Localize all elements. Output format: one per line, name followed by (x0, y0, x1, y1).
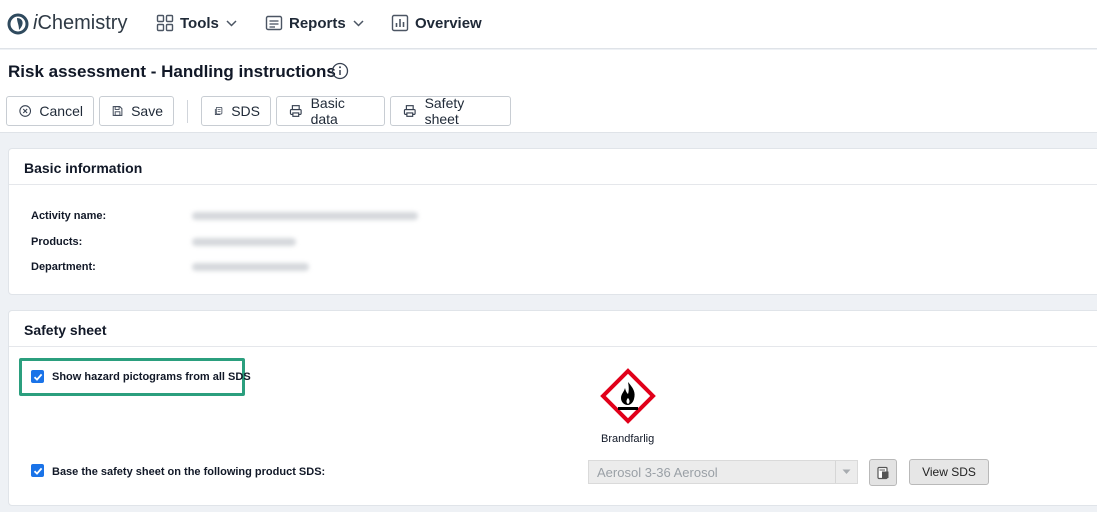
save-label: Save (131, 103, 163, 119)
cancel-button[interactable]: Cancel (6, 96, 94, 126)
cancel-circle-icon (19, 105, 32, 117)
nav-reports-label: Reports (289, 14, 346, 32)
logo-leaf-icon (7, 13, 29, 34)
view-sds-button[interactable]: View SDS (909, 459, 989, 485)
nav-reports[interactable]: Reports (265, 14, 364, 32)
checkmark-icon (33, 467, 42, 475)
show-pictograms-checkbox[interactable] (31, 370, 44, 383)
department-label: Department: (31, 261, 96, 273)
printer-icon (403, 105, 416, 117)
bar-chart-icon (391, 14, 409, 32)
activity-name-value-redacted (192, 212, 418, 220)
info-icon[interactable] (331, 62, 349, 80)
nav-tools[interactable]: Tools (156, 14, 237, 32)
dropdown-arrow-icon (835, 461, 857, 483)
top-navigation: iChemistry Tools Reports Overview (0, 0, 1097, 49)
save-button[interactable]: Save (99, 96, 174, 126)
app-name: iChemistry (33, 12, 128, 34)
department-value-redacted (192, 263, 309, 271)
activity-name-label: Activity name: (31, 210, 107, 222)
base-on-sds-checkbox[interactable] (31, 464, 44, 477)
cancel-label: Cancel (39, 103, 83, 119)
products-value-redacted (192, 238, 296, 246)
sds-label: SDS (231, 103, 260, 119)
safety-sheet-button[interactable]: Safety sheet (390, 95, 511, 127)
base-on-sds-label[interactable]: Base the safety sheet on the following p… (52, 466, 325, 478)
chevron-down-icon (226, 19, 237, 27)
app-logo[interactable]: iChemistry (7, 12, 127, 35)
printer-icon (289, 105, 302, 117)
report-list-icon (265, 15, 283, 31)
product-sds-select[interactable]: Aerosol 3-36 Aerosol (588, 460, 858, 484)
toolbar-divider (187, 100, 188, 123)
sds-document-icon (877, 466, 889, 479)
nav-overview-label: Overview (415, 14, 482, 32)
save-disk-icon (112, 106, 123, 116)
open-sds-icon-button[interactable] (869, 459, 897, 486)
pictogram-label: Brandfarlig (601, 433, 655, 445)
basic-information-heading: Basic information (9, 149, 1097, 185)
safety-sheet-label: Safety sheet (424, 95, 465, 127)
documents-icon (214, 106, 223, 116)
safety-sheet-heading: Safety sheet (9, 311, 1097, 347)
flammable-icon (600, 368, 656, 424)
basic-data-button[interactable]: Basic data (276, 95, 385, 127)
nav-tools-label: Tools (180, 14, 219, 32)
page-header: Risk assessment - Handling instructions … (0, 50, 1097, 133)
checkmark-icon (33, 373, 42, 381)
chevron-down-icon (353, 19, 364, 27)
basic-data-label: Basic data (310, 95, 345, 127)
grid-icon (156, 14, 174, 32)
product-sds-select-value: Aerosol 3-36 Aerosol (597, 465, 718, 480)
sds-button[interactable]: SDS (201, 96, 271, 126)
products-label: Products: (31, 236, 83, 248)
page-title: Risk assessment - Handling instructions (8, 62, 336, 81)
nav-overview[interactable]: Overview (391, 14, 482, 32)
basic-information-card: Basic information Activity name: Product… (8, 148, 1097, 295)
safety-sheet-card: Safety sheet Show hazard pictograms from… (8, 310, 1097, 506)
show-pictograms-label[interactable]: Show hazard pictograms from all SDS (52, 371, 251, 383)
